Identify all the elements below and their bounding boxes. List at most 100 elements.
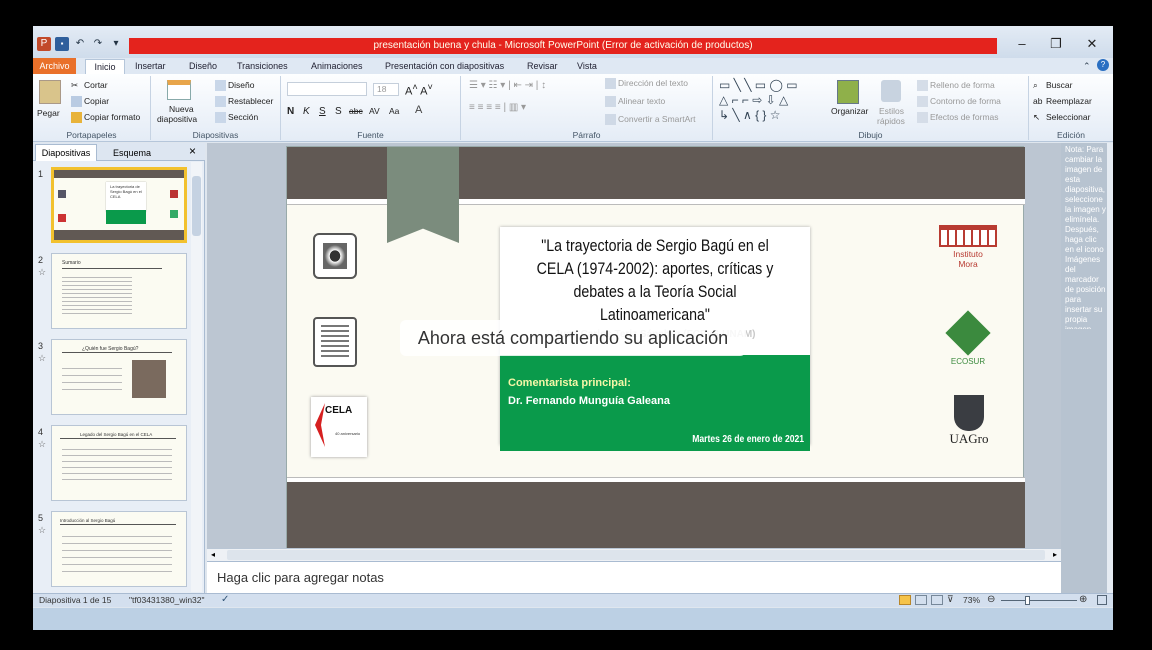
slide-thumbnail[interactable]: La trayectoria de Sergio Bagú en el CELA (51, 167, 187, 243)
section-button[interactable]: Sección (215, 112, 258, 124)
ribbon-minimize-icon[interactable]: ⌃ (1083, 59, 1091, 74)
quick-styles-icon[interactable] (881, 80, 901, 102)
align-text-button[interactable]: Alinear texto (605, 96, 665, 108)
spellcheck-icon[interactable]: ✓ (221, 594, 229, 605)
notes-pane[interactable]: Haga clic para agregar notas (207, 561, 1061, 593)
tab-transiciones[interactable]: Transiciones (237, 59, 288, 74)
text-direction-icon (605, 78, 616, 90)
slide-thumbnail[interactable]: ¿Quién fue Sergio Bagú? (51, 339, 187, 415)
arrange-button[interactable]: Organizar (831, 106, 868, 116)
maximize-button[interactable]: ❐ (1039, 34, 1073, 54)
char-spacing-button[interactable]: AV (369, 106, 380, 116)
strikethrough-button[interactable]: abc (349, 106, 363, 116)
slide-thumb-row[interactable]: 2 ☆ Sumario (33, 251, 205, 333)
right-scrollbar[interactable] (1107, 143, 1113, 593)
font-size-input[interactable]: 18 (373, 83, 399, 96)
zoom-level[interactable]: 73% (963, 595, 980, 605)
smartart-button[interactable]: Convertir a SmartArt (605, 114, 695, 126)
tab-vista[interactable]: Vista (577, 59, 597, 74)
scrollbar-thumb[interactable] (192, 176, 201, 236)
scrollbar-track[interactable] (227, 550, 1045, 560)
slide-thumbnail[interactable]: Legado del Sergio Bagú en el CELA (51, 425, 187, 501)
change-case-button[interactable]: Aa (389, 106, 399, 116)
reset-button[interactable]: Restablecer (215, 96, 273, 108)
save-icon[interactable]: ▪ (55, 37, 69, 51)
theme-name[interactable]: "tf03431380_win32" (129, 595, 205, 605)
slide-thumbnail[interactable]: Introducción al Sergio Bagú (51, 511, 187, 587)
tab-insertar[interactable]: Insertar (135, 59, 166, 74)
font-name-input[interactable] (287, 82, 367, 96)
underline-button[interactable]: S (319, 106, 326, 117)
slide-sorter-icon[interactable] (915, 595, 927, 605)
fit-to-window-icon[interactable] (1097, 595, 1107, 605)
zoom-out-icon[interactable]: ⊖ (987, 594, 995, 605)
quick-styles-label-2[interactable]: rápidos (877, 116, 905, 126)
customize-qat-icon[interactable]: ▾ (109, 37, 123, 51)
layout-button[interactable]: Diseño (215, 80, 255, 92)
redo-icon[interactable]: ↷ (91, 37, 105, 51)
tab-diseno[interactable]: Diseño (189, 59, 217, 74)
slide-thumb-row[interactable]: 5 ☆ Introducción al Sergio Bagú (33, 509, 205, 591)
align-buttons[interactable]: ≡ ≡ ≡ ≡ | ▥ ▾ (469, 102, 526, 113)
new-slide-label-2[interactable]: diapositiva (157, 114, 197, 124)
minimize-button[interactable]: – (1005, 34, 1039, 54)
new-slide-label[interactable]: Nueva (169, 104, 194, 114)
tab-esquema[interactable]: Esquema (113, 145, 151, 161)
bold-button[interactable]: N (287, 106, 294, 117)
help-icon[interactable]: ? (1097, 59, 1109, 71)
layout-label: Diseño (228, 80, 255, 90)
grow-font-button[interactable]: A˄ A˅ (405, 82, 433, 98)
thumbnails-scrollbar[interactable] (191, 162, 202, 592)
undo-icon[interactable]: ↶ (73, 37, 87, 51)
copy-button[interactable]: Copiar (71, 96, 109, 108)
star-icon: ☆ (38, 353, 47, 363)
slide-thumb-row[interactable]: 4 ☆ Legado del Sergio Bagú en el CELA (33, 423, 205, 505)
paste-icon[interactable] (39, 80, 61, 104)
normal-view-icon[interactable] (899, 595, 911, 605)
tab-revisar[interactable]: Revisar (527, 59, 558, 74)
format-painter-button[interactable]: Copiar formato (71, 112, 140, 124)
replace-button[interactable]: ab Reemplazar (1033, 96, 1092, 107)
horizontal-scrollbar[interactable]: ◂ ▸ (207, 548, 1061, 561)
close-button[interactable]: ✕ (1075, 34, 1109, 54)
arrange-icon[interactable] (837, 80, 859, 104)
ribbon: Pegar ✂ Cortar Copiar Copiar formato Port… (33, 74, 1113, 142)
tab-presentacion[interactable]: Presentación con diapositivas (385, 59, 504, 74)
cut-button[interactable]: ✂ Cortar (71, 80, 108, 91)
shape-outline-button[interactable]: Contorno de forma (917, 96, 1001, 108)
slide-title[interactable]: "La trayectoria de Sergio Bagú en el CEL… (522, 235, 789, 327)
shape-effects-button[interactable]: Efectos de formas (917, 112, 999, 124)
zoom-slider-thumb[interactable] (1024, 596, 1030, 605)
quick-styles-label[interactable]: Estilos (879, 106, 904, 116)
scroll-left-icon[interactable]: ◂ (211, 550, 215, 559)
slide-thumbnail[interactable]: Sumario (51, 253, 187, 329)
list-buttons[interactable]: ☰ ▾ ☷ ▾ | ⇤ ⇥ | ↕ (469, 80, 546, 91)
zoom-slider[interactable] (1001, 600, 1077, 601)
group-label: Edición (1057, 130, 1085, 140)
tab-animaciones[interactable]: Animaciones (311, 59, 363, 74)
find-button[interactable]: ⌕ Buscar (1033, 80, 1072, 91)
shape-fill-button[interactable]: Relleno de forma (917, 80, 995, 92)
tab-diapositivas[interactable]: Diapositivas (35, 144, 97, 161)
slide-thumb-row[interactable]: 3 ☆ ¿Quién fue Sergio Bagú? (33, 337, 205, 419)
scroll-right-icon[interactable]: ▸ (1053, 550, 1057, 559)
powerpoint-icon[interactable]: P (37, 37, 51, 51)
reading-view-icon[interactable] (931, 595, 943, 605)
commentator-box[interactable]: Comentarista principal: Dr. Fernando Mun… (500, 355, 810, 451)
select-button[interactable]: ↖ Seleccionar (1033, 112, 1090, 123)
shadow-button[interactable]: S (335, 106, 342, 117)
italic-button[interactable]: K (303, 106, 310, 117)
tab-inicio[interactable]: Inicio (85, 59, 125, 74)
text-direction-button[interactable]: Dirección del texto (605, 78, 688, 90)
shapes-gallery[interactable]: ▭ ╲ ╲ ▭ ◯ ▭ △ ⌐ ⌐ ⇨ ⇩ △ ↳ ╲ ∧ { } ☆ (719, 78, 798, 123)
zoom-in-icon[interactable]: ⊕ (1079, 594, 1087, 605)
slide-thumb-row[interactable]: 1 La trayectoria de Sergio Bagú en el CE… (33, 165, 205, 247)
effects-icon (917, 112, 928, 124)
paste-button[interactable]: Pegar (37, 108, 60, 118)
font-color-button[interactable]: A (415, 104, 422, 116)
tab-archivo[interactable]: Archivo (33, 58, 76, 74)
notes-placeholder[interactable]: Haga clic para agregar notas (217, 570, 384, 585)
slideshow-icon[interactable]: ⊽ (947, 594, 954, 605)
new-slide-icon[interactable] (167, 80, 191, 100)
close-pane-icon[interactable]: × (189, 144, 196, 158)
